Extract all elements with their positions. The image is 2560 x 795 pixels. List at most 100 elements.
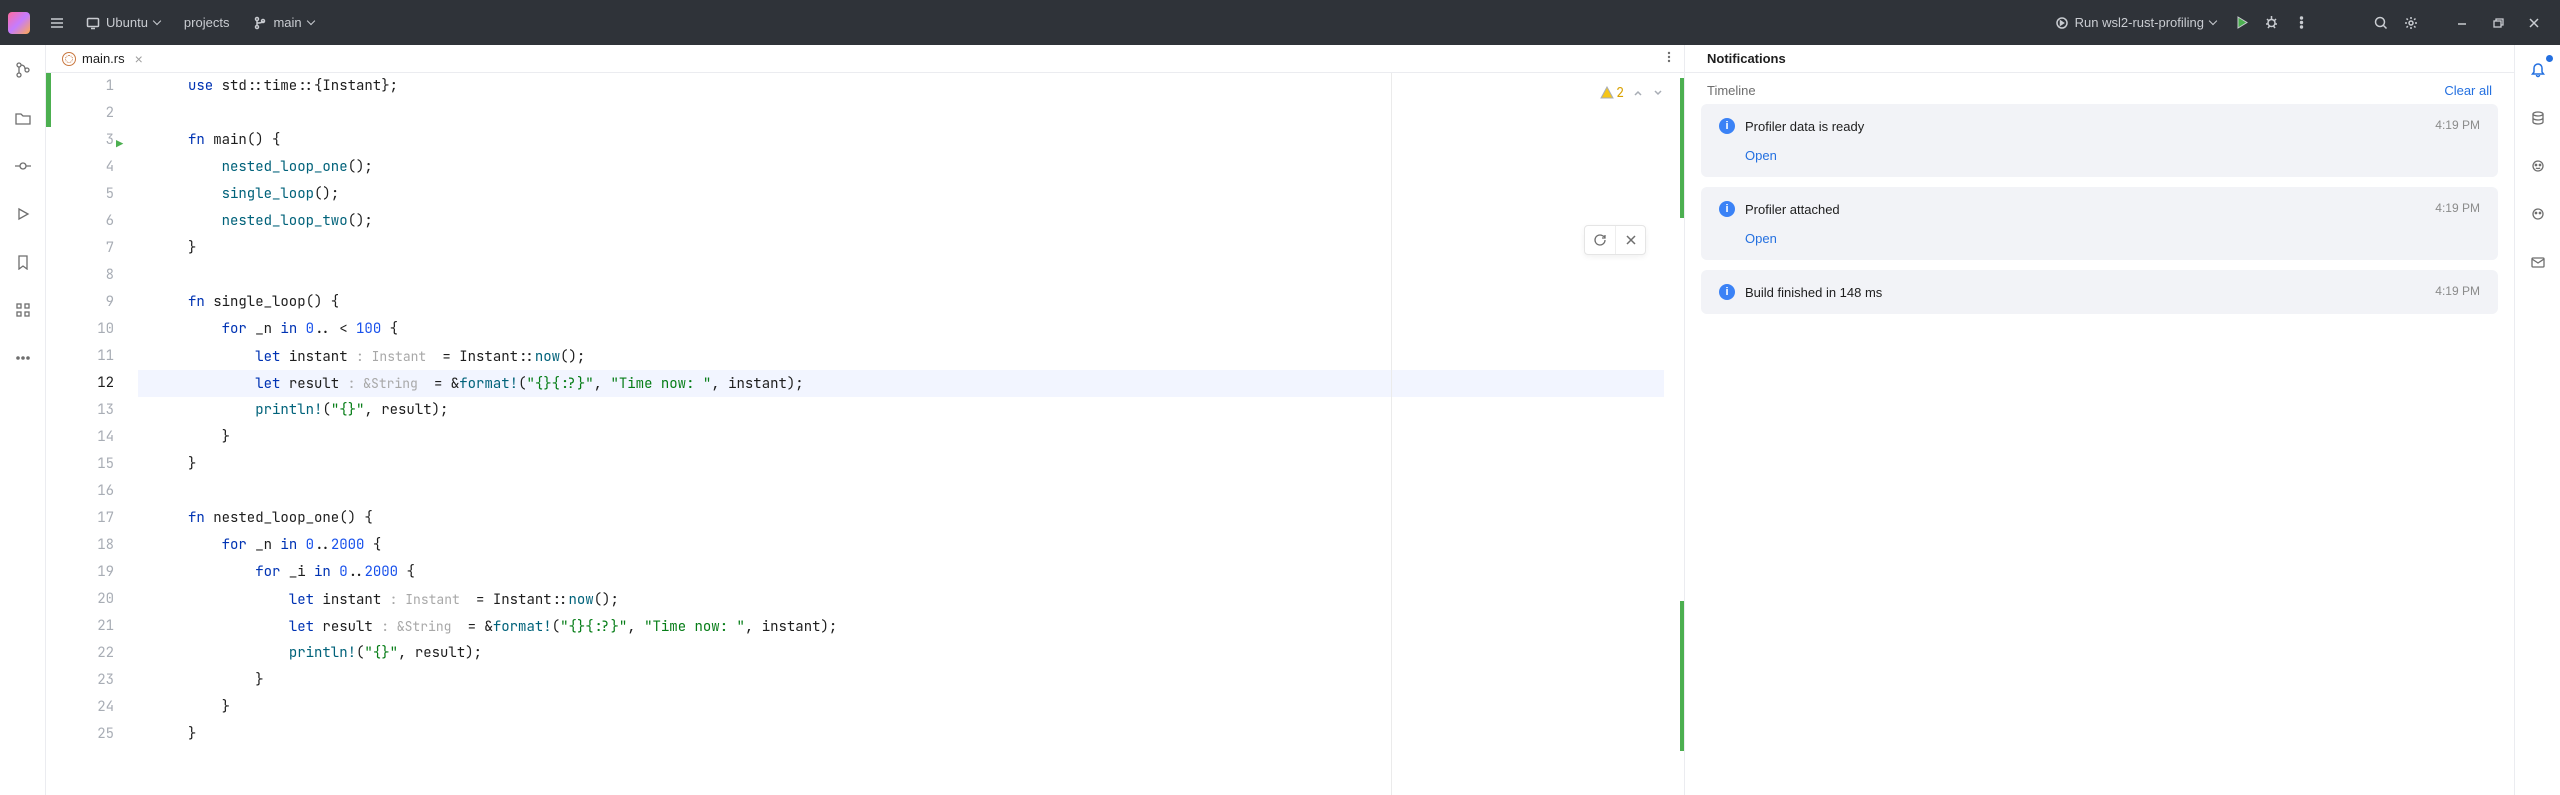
code-line[interactable]: } <box>138 694 1664 721</box>
line-number[interactable]: 10 <box>46 316 114 343</box>
code-line[interactable] <box>138 478 1664 505</box>
inspection-widget[interactable]: 2 <box>1600 79 1664 106</box>
run-config-dropdown[interactable]: Run wsl2-rust-profiling <box>2045 8 2226 38</box>
line-number[interactable]: 9 <box>46 289 114 316</box>
chevron-down-icon[interactable] <box>1652 87 1664 99</box>
line-number[interactable]: 2 <box>46 100 114 127</box>
structure-tool-icon[interactable] <box>10 297 36 323</box>
notifications-tool-icon[interactable] <box>2525 57 2551 83</box>
code-line[interactable]: fn main() { <box>138 127 1664 154</box>
notification-card[interactable]: iProfiler attached4:19 PMOpen <box>1701 187 2498 260</box>
line-number[interactable]: 12 <box>46 370 114 397</box>
code-line[interactable]: } <box>138 721 1664 748</box>
gutter-run-icon[interactable]: ▶ <box>116 131 123 158</box>
code-line[interactable]: } <box>138 424 1664 451</box>
window-minimize-button[interactable] <box>2444 8 2480 38</box>
search-button[interactable] <box>2366 8 2396 38</box>
remote-os-dropdown[interactable]: Ubuntu <box>76 8 170 38</box>
debug-button[interactable] <box>2256 8 2286 38</box>
info-icon: i <box>1719 201 1735 217</box>
line-number[interactable]: 1 <box>46 73 114 100</box>
chevron-down-icon <box>153 17 161 25</box>
window-close-button[interactable] <box>2516 8 2552 38</box>
code-line[interactable]: for _i in 0..2000 { <box>138 559 1664 586</box>
code-line[interactable]: let instant : Instant = Instant::now(); <box>138 343 1664 370</box>
code-line[interactable]: println!("{}", result); <box>138 640 1664 667</box>
bookmarks-tool-icon[interactable] <box>10 249 36 275</box>
code-line[interactable]: let result : &String = &format!("{}{:?}"… <box>138 370 1664 397</box>
window-restore-button[interactable] <box>2480 8 2516 38</box>
line-number[interactable]: 14 <box>46 424 114 451</box>
commit-tool-icon[interactable] <box>10 153 36 179</box>
chevron-up-icon[interactable] <box>1632 87 1644 99</box>
code-line[interactable]: } <box>138 667 1664 694</box>
line-number[interactable]: 21 <box>46 613 114 640</box>
close-hint-button[interactable] <box>1615 226 1645 254</box>
code-line[interactable]: println!("{}", result); <box>138 397 1664 424</box>
clear-all-button[interactable]: Clear all <box>2444 83 2492 98</box>
line-number[interactable]: 5 <box>46 181 114 208</box>
code-line[interactable]: let result : &String = &format!("{}{:?}"… <box>138 613 1664 640</box>
code-line[interactable]: single_loop(); <box>138 181 1664 208</box>
code-line[interactable] <box>138 262 1664 289</box>
line-number[interactable]: 20 <box>46 586 114 613</box>
code-line[interactable]: fn single_loop() { <box>138 289 1664 316</box>
tab-more-button[interactable] <box>1662 50 1676 67</box>
code-line[interactable]: use std::time::{Instant}; <box>138 73 1664 100</box>
line-number[interactable]: 4 <box>46 154 114 181</box>
more-tools-icon[interactable] <box>10 345 36 371</box>
line-number[interactable]: 6 <box>46 208 114 235</box>
main-menu-button[interactable] <box>42 8 72 38</box>
line-number[interactable]: 24 <box>46 694 114 721</box>
line-number[interactable]: 23 <box>46 667 114 694</box>
code-line[interactable]: let instant : Instant = Instant::now(); <box>138 586 1664 613</box>
notification-card[interactable]: iBuild finished in 148 ms4:19 PM <box>1701 270 2498 314</box>
editor-tab[interactable]: main.rs × <box>54 45 151 72</box>
settings-button[interactable] <box>2396 8 2426 38</box>
main-area: main.rs × 123▶45678910111213141516171819… <box>0 45 2560 795</box>
notification-open-link[interactable]: Open <box>1745 231 1777 246</box>
line-number[interactable]: 8 <box>46 262 114 289</box>
line-number[interactable]: 7 <box>46 235 114 262</box>
error-stripe[interactable] <box>1670 73 1684 795</box>
notification-open-link[interactable]: Open <box>1745 148 1777 163</box>
line-number[interactable]: 22 <box>46 640 114 667</box>
line-number[interactable]: 18 <box>46 532 114 559</box>
tab-close-button[interactable]: × <box>135 51 143 67</box>
chevron-down-icon <box>2209 17 2217 25</box>
code-content[interactable]: use std::time::{Instant};fn main() { nes… <box>138 73 1664 748</box>
run-button[interactable] <box>2226 8 2256 38</box>
ai-assistant-tool-icon[interactable] <box>2525 153 2551 179</box>
line-number[interactable]: 16 <box>46 478 114 505</box>
project-label[interactable]: projects <box>174 8 240 38</box>
line-number[interactable]: 15 <box>46 451 114 478</box>
notification-card[interactable]: iProfiler data is ready4:19 PMOpen <box>1701 104 2498 177</box>
folder-tool-icon[interactable] <box>10 105 36 131</box>
code-line[interactable]: fn nested_loop_one() { <box>138 505 1664 532</box>
project-tool-icon[interactable] <box>10 57 36 83</box>
database-tool-icon[interactable] <box>2525 105 2551 131</box>
line-number[interactable]: 11 <box>46 343 114 370</box>
collaborator-tool-icon[interactable] <box>2525 201 2551 227</box>
reader-mode-toolbar <box>1584 225 1646 255</box>
code-line[interactable]: for _n in 0..2000 { <box>138 532 1664 559</box>
line-number[interactable]: 17 <box>46 505 114 532</box>
reload-button[interactable] <box>1585 226 1615 254</box>
code-line[interactable]: for _n in 0.. < 100 { <box>138 316 1664 343</box>
line-number[interactable]: 3 <box>46 127 114 154</box>
run-tool-icon[interactable] <box>10 201 36 227</box>
code-line[interactable]: nested_loop_two(); <box>138 208 1664 235</box>
line-number[interactable]: 13 <box>46 397 114 424</box>
code-line[interactable] <box>138 100 1664 127</box>
warning-indicator[interactable]: 2 <box>1600 79 1624 106</box>
vcs-branch-dropdown[interactable]: main <box>243 8 323 38</box>
code-line[interactable]: } <box>138 451 1664 478</box>
line-number[interactable]: 25 <box>46 721 114 748</box>
more-actions-button[interactable] <box>2286 8 2316 38</box>
code-line[interactable]: } <box>138 235 1664 262</box>
code-editor[interactable]: 123▶456789101112131415161718192021222324… <box>46 73 1684 795</box>
line-number[interactable]: 19 <box>46 559 114 586</box>
notifications-panel: Notifications Timeline Clear all iProfil… <box>1684 45 2514 795</box>
code-line[interactable]: nested_loop_one(); <box>138 154 1664 181</box>
mail-tool-icon[interactable] <box>2525 249 2551 275</box>
